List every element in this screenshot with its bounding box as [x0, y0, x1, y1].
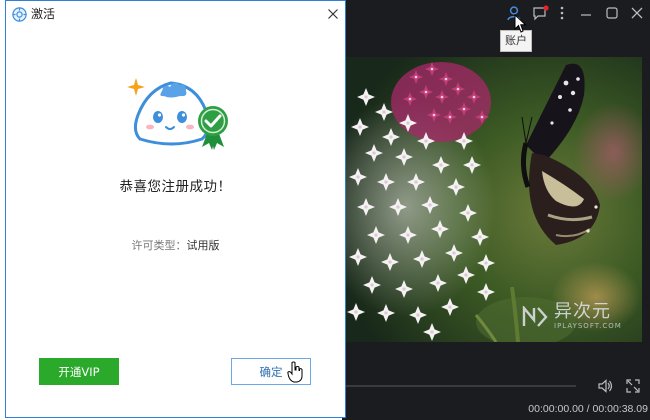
mouse-cursor-icon: [514, 14, 527, 33]
watermark-logo-icon: [522, 305, 548, 327]
mascot-icon: [127, 78, 228, 150]
verified-badge-icon: [198, 106, 228, 150]
video-frame: [346, 57, 642, 342]
fullscreen-icon[interactable]: [625, 378, 641, 394]
license-type-row: 许可类型：试用版: [6, 237, 345, 253]
close-icon[interactable]: [324, 5, 342, 23]
playback-time: 00:00:00.00 / 00:00:38.09: [528, 403, 648, 415]
watermark: 异次元 IPLAYSOFT.COM: [522, 302, 622, 331]
license-type-label: 许可类型：: [131, 239, 187, 252]
dialog-title: 激活: [31, 7, 56, 21]
watermark-subtext: IPLAYSOFT.COM: [554, 322, 622, 330]
progress-bar[interactable]: [346, 385, 576, 387]
close-icon[interactable]: [627, 3, 647, 23]
minimize-icon[interactable]: [576, 3, 596, 23]
volume-icon[interactable]: [597, 378, 613, 394]
app-logo-icon: [12, 7, 27, 22]
license-type-value: 试用版: [186, 239, 220, 252]
activation-dialog: 激活 恭喜您注册成功！ 许可类型：试用版 开通VIP 确定: [5, 0, 346, 418]
success-message: 恭喜您注册成功！: [119, 179, 232, 195]
screen: 账户 异次元 IPLAYSOFT.COM 00:00:00.00 / 00:00…: [0, 0, 650, 420]
dialog-titlebar: 激活: [6, 1, 345, 27]
message-icon[interactable]: [530, 3, 550, 23]
more-icon[interactable]: [552, 3, 572, 23]
hand-cursor-icon: [287, 361, 303, 383]
watermark-text: 异次元: [554, 301, 611, 322]
maximize-icon[interactable]: [602, 3, 622, 23]
open-vip-button[interactable]: 开通VIP: [39, 358, 119, 385]
